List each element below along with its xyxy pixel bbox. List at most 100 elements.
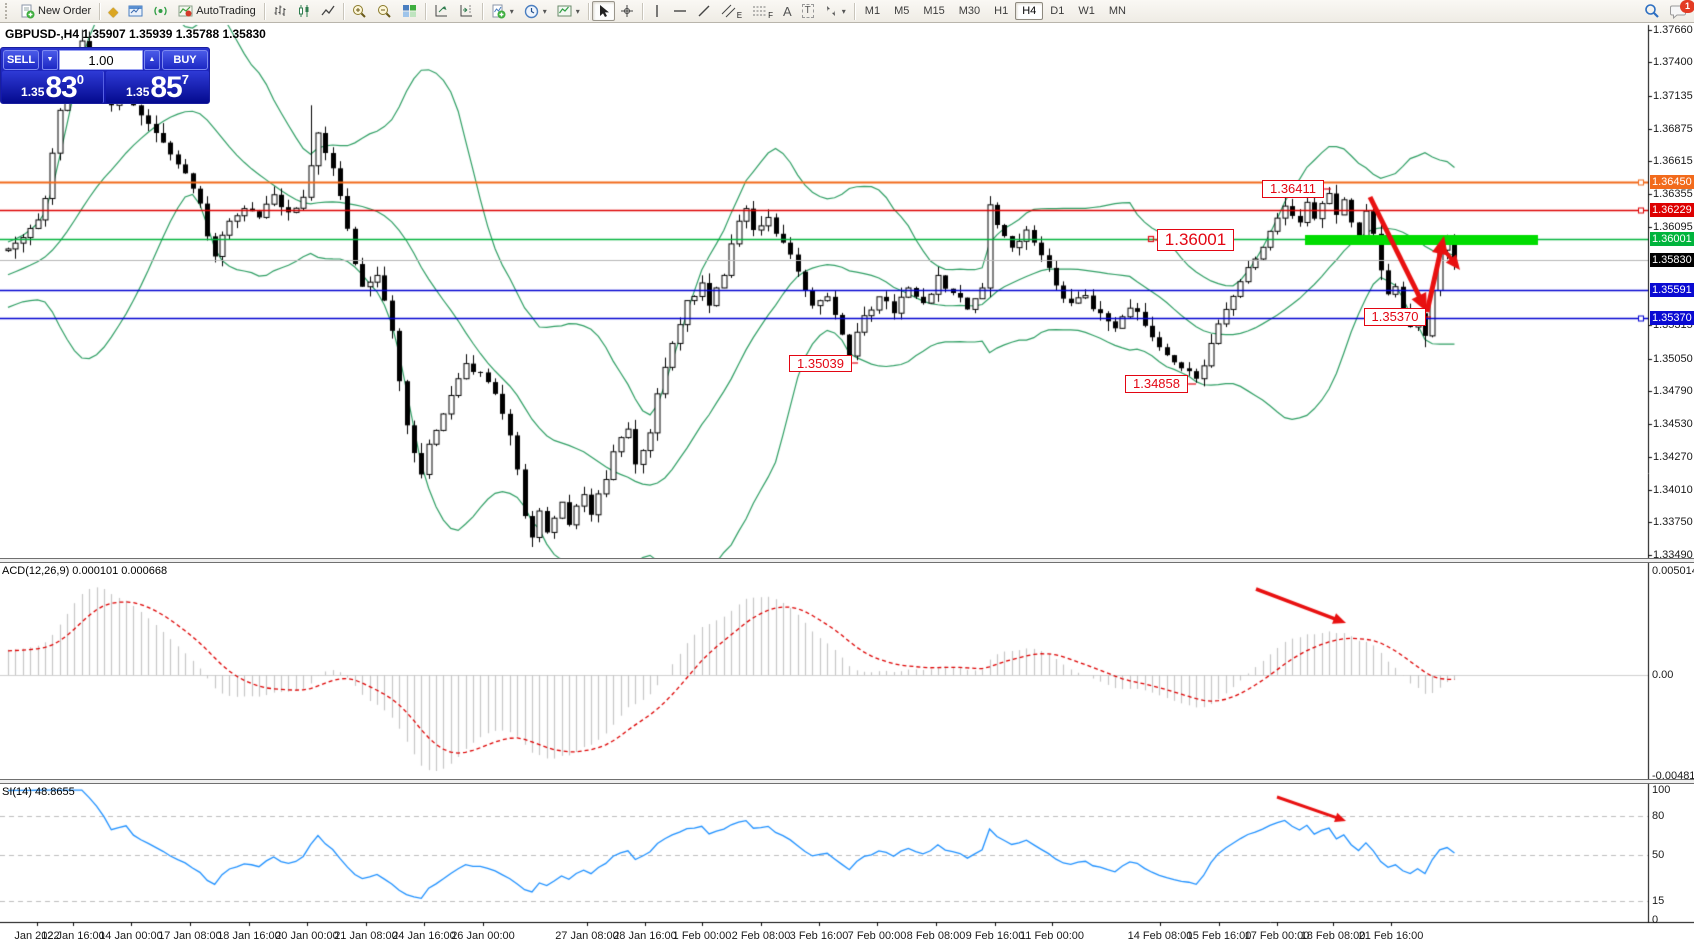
buy-price-point: 7 <box>182 72 189 87</box>
new-order-button[interactable]: New Order <box>15 1 96 21</box>
buy-price[interactable]: 1.35857 <box>106 71 209 103</box>
terminal-button[interactable] <box>123 1 148 21</box>
price-callout[interactable]: 1.35039 <box>789 355 852 372</box>
fibonacci-icon <box>752 4 768 18</box>
toolbar-grip[interactable] <box>5 3 12 19</box>
channel-tool-button[interactable]: E <box>716 1 747 21</box>
price-tick: 1.33750 <box>1653 516 1694 528</box>
text-tool-icon: A <box>783 5 792 18</box>
text-tool-button[interactable]: A <box>778 1 797 21</box>
pane-separator[interactable] <box>0 558 1694 563</box>
trendline-tool-button[interactable] <box>692 1 716 21</box>
fibonacci-letter: F <box>768 11 773 20</box>
time-axis-label: 26 Jan 00:00 <box>446 930 520 942</box>
text-label-tool-button[interactable]: T <box>797 1 819 21</box>
auto-scroll-icon <box>434 4 449 18</box>
zoom-out-button[interactable] <box>372 1 397 21</box>
volume-input[interactable] <box>59 50 143 70</box>
price-tick: 1.34010 <box>1653 484 1694 496</box>
templates-button[interactable]: ▾ <box>552 1 585 21</box>
tile-windows-button[interactable] <box>397 1 422 21</box>
price-callout[interactable]: 1.35370 <box>1364 308 1426 326</box>
timeframe-group: M1M5M15M30H1H4D1W1MN <box>858 2 1133 20</box>
timeframe-w1[interactable]: W1 <box>1071 2 1102 20</box>
chart-title: GBPUSD-,H4 1.35907 1.35939 1.35788 1.358… <box>5 27 266 41</box>
one-click-trading-panel: SELL ▼ ▲ BUY 1.35830 1.35857 <box>0 47 210 104</box>
timeframe-h4[interactable]: H4 <box>1015 2 1043 20</box>
template-icon <box>557 4 572 18</box>
pane-separator[interactable] <box>0 779 1694 784</box>
price-tick: 1.35050 <box>1653 353 1694 365</box>
volume-increase-button[interactable]: ▲ <box>144 50 160 70</box>
clock-icon <box>524 4 539 19</box>
timeframe-h1[interactable]: H1 <box>987 2 1015 20</box>
line-chart-mode-button[interactable] <box>316 1 340 21</box>
price-alert-button[interactable]: ◆ <box>103 1 123 21</box>
zoom-in-button[interactable] <box>347 1 372 21</box>
price-callout[interactable]: 1.36411 <box>1262 180 1324 198</box>
candlestick-mode-button[interactable] <box>292 1 316 21</box>
tile-windows-icon <box>402 4 417 18</box>
zoom-out-icon <box>377 4 392 19</box>
periods-clock-button[interactable]: ▾ <box>519 1 552 21</box>
timeframe-m1[interactable]: M1 <box>858 2 887 20</box>
fibonacci-tool-button[interactable]: F <box>747 1 778 21</box>
notifications-button[interactable]: 1 <box>1665 1 1692 21</box>
arrows-tool-button[interactable]: ▾ <box>819 1 851 21</box>
line-chart-icon <box>321 4 335 18</box>
notification-badge: 1 <box>1680 0 1694 13</box>
macd-axis-label: 0.00 <box>1652 669 1673 681</box>
timeframe-m30[interactable]: M30 <box>952 2 987 20</box>
price-badge: 1.36450 <box>1650 175 1694 189</box>
autotrading-label: AutoTrading <box>196 5 256 17</box>
rsi-axis-label: 50 <box>1652 849 1664 861</box>
buy-button[interactable]: BUY <box>162 50 208 70</box>
timeframe-mn[interactable]: MN <box>1102 2 1133 20</box>
search-button[interactable] <box>1639 1 1665 21</box>
indicators-button[interactable]: ▾ <box>486 1 519 21</box>
bar-chart-mode-button[interactable] <box>268 1 292 21</box>
autotrading-button[interactable]: AutoTrading <box>173 1 261 21</box>
timeframe-m15[interactable]: M15 <box>916 2 951 20</box>
channel-icon <box>721 4 737 18</box>
price-callout[interactable]: 1.34858 <box>1125 375 1188 393</box>
price-badge: 1.36229 <box>1650 203 1694 217</box>
timeframe-d1[interactable]: D1 <box>1043 2 1071 20</box>
crosshair-tool-button[interactable] <box>615 1 639 21</box>
price-badge: 1.35830 <box>1650 253 1694 267</box>
macd-indicator-label: ACD(12,26,9) 0.000101 0.000668 <box>2 565 167 577</box>
price-tick: 1.34530 <box>1653 418 1694 430</box>
signal-icon <box>153 4 168 18</box>
vertical-line-tool-button[interactable] <box>646 1 668 21</box>
price-tick: 1.33490 <box>1653 549 1694 561</box>
time-axis-label: 11 Feb 00:00 <box>1015 930 1089 942</box>
arrows-tool-icon <box>824 4 838 18</box>
new-order-icon <box>20 4 35 19</box>
autotrading-icon <box>178 4 193 18</box>
new-order-label: New Order <box>38 5 91 17</box>
trendline-icon <box>697 4 711 18</box>
vertical-line-icon <box>651 4 663 18</box>
rsi-axis-label: 15 <box>1652 895 1664 907</box>
chart-shift-button[interactable] <box>454 1 479 21</box>
price-tick: 1.37660 <box>1653 24 1694 36</box>
rsi-axis-label: 80 <box>1652 810 1664 822</box>
timeframe-m5[interactable]: M5 <box>887 2 916 20</box>
toolbar: New Order ◆ AutoTrading ▾ ▾ ▾ E F A T ▾ … <box>0 0 1694 23</box>
volume-decrease-button[interactable]: ▼ <box>42 50 58 70</box>
price-badge: 1.35591 <box>1650 283 1694 297</box>
auto-scroll-button[interactable] <box>429 1 454 21</box>
chart-canvas[interactable] <box>0 0 1694 946</box>
buy-price-base: 1.35 <box>126 85 149 99</box>
sell-button[interactable]: SELL <box>3 50 39 70</box>
zoom-in-icon <box>352 4 367 19</box>
sell-price[interactable]: 1.35830 <box>2 71 104 103</box>
cursor-tool-button[interactable] <box>592 1 615 21</box>
rsi-axis-label: 100 <box>1652 784 1670 796</box>
text-label-icon: T <box>802 4 814 18</box>
horizontal-line-tool-button[interactable] <box>668 1 692 21</box>
crosshair-icon <box>620 4 634 18</box>
price-tick: 1.37135 <box>1653 90 1694 102</box>
signals-button[interactable] <box>148 1 173 21</box>
price-callout[interactable]: 1.36001 <box>1157 229 1234 251</box>
